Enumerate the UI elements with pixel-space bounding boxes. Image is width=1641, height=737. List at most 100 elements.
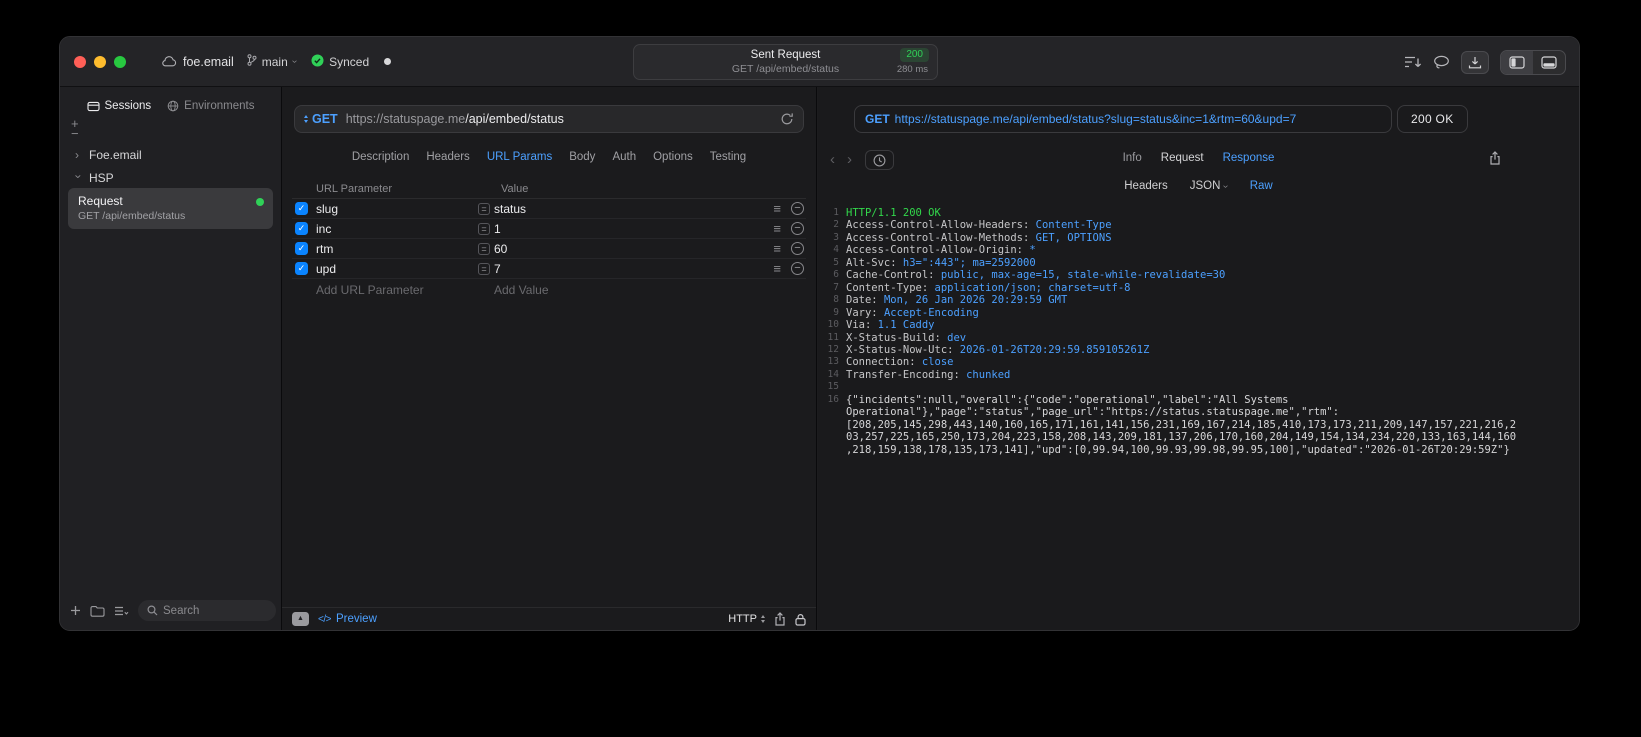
project-menu[interactable]: foe.email	[162, 55, 234, 69]
response-tab-info[interactable]: Info	[1123, 152, 1142, 164]
param-enabled-checkbox[interactable]: ✓	[295, 202, 308, 215]
preview-button[interactable]: </> Preview	[318, 613, 377, 625]
new-folder-icon[interactable]	[90, 605, 105, 617]
add-param-row[interactable]: Add URL Parameter Add Value	[292, 281, 806, 301]
drag-handle-icon[interactable]: ≡	[773, 242, 781, 255]
request-tab-body[interactable]: Body	[569, 151, 595, 163]
line-content	[846, 381, 1517, 393]
line-number: 12	[827, 343, 839, 355]
toggle-sidebar-icon[interactable]	[1501, 50, 1533, 74]
response-request-url[interactable]: GET https://statuspage.me/api/embed/stat…	[854, 105, 1392, 133]
sidebar-tab-environments[interactable]: Environments	[167, 100, 254, 112]
response-code: 1 HTTP/1.1 200 OK 2 Access-Control-Allow-He…	[823, 207, 1517, 456]
request-tab-testing[interactable]: Testing	[710, 151, 746, 163]
sidebar-footer: Search	[70, 600, 276, 621]
request-duration: 280 ms	[896, 64, 928, 75]
param-value-field[interactable]: status	[494, 202, 773, 216]
subtab-label: Raw	[1249, 180, 1273, 192]
code-line: 14 Transfer-Encoding: chunked	[823, 369, 1517, 381]
code-line: 10 Via: 1.1 Caddy	[823, 319, 1517, 331]
request-tab-options[interactable]: Options	[653, 151, 693, 163]
method-label: GET	[312, 112, 338, 126]
list-view-icon[interactable]	[114, 606, 129, 616]
line-number: 13	[827, 356, 839, 368]
remove-param-icon[interactable]: −	[791, 202, 804, 215]
response-tab-response[interactable]: Response	[1223, 152, 1275, 164]
resend-request-icon[interactable]	[780, 112, 794, 126]
import-tray-icon[interactable]	[1461, 50, 1489, 74]
param-table-header: URL Parameter Value	[292, 182, 806, 199]
add-request-icon[interactable]	[70, 605, 81, 616]
layout-toggle-group	[1500, 49, 1566, 75]
request-tab-url-params[interactable]: URL Params	[487, 151, 552, 163]
tree-item-foe-email[interactable]: › Foe.email	[70, 143, 271, 166]
drag-handle-icon[interactable]: ≡	[773, 262, 781, 275]
export-response-icon[interactable]	[1489, 151, 1501, 165]
sort-filter-icon[interactable]	[1404, 55, 1422, 69]
close-window-button[interactable]	[74, 55, 86, 68]
response-subtab-raw[interactable]: Raw	[1250, 180, 1273, 192]
protocol-selector[interactable]: HTTP	[728, 613, 765, 625]
desktop-background: foe.email main › Synced Sent Request 200…	[0, 0, 1641, 737]
sent-request-summary[interactable]: Sent Request 200 GET /api/embed/status 2…	[633, 44, 938, 80]
line-number: 6	[833, 269, 839, 281]
param-value-field[interactable]: 1	[494, 222, 773, 236]
lock-icon[interactable]	[795, 613, 806, 626]
param-name-field[interactable]: inc	[316, 222, 478, 236]
sidebar-tab-sessions[interactable]: Sessions	[86, 100, 151, 112]
add-value-placeholder[interactable]: Add Value	[494, 283, 549, 297]
line-content: Access-Control-Allow-Origin: *	[846, 244, 1036, 257]
param-enabled-checkbox[interactable]: ✓	[295, 242, 308, 255]
request-list-item[interactable]: Request GET /api/embed/status	[68, 188, 273, 229]
code-line: 8 Date: Mon, 26 Jan 2026 20:29:59 GMT	[823, 294, 1517, 306]
param-name-field[interactable]: rtm	[316, 242, 478, 256]
param-value-field[interactable]: 7	[494, 262, 773, 276]
drag-handle-icon[interactable]: ≡	[773, 222, 781, 235]
sidebar-remove-button[interactable]: −	[71, 127, 79, 140]
remove-param-icon[interactable]: −	[791, 262, 804, 275]
line-number: 5	[833, 256, 839, 268]
url-path: /api/embed/status	[465, 112, 564, 126]
git-branch-icon	[247, 54, 257, 69]
tree-item-hsp[interactable]: › HSP	[70, 166, 271, 189]
response-panel: GET https://statuspage.me/api/embed/stat…	[818, 87, 1579, 630]
request-item-subtitle: GET /api/embed/status	[78, 210, 186, 222]
share-icon[interactable]	[774, 612, 786, 626]
param-enabled-checkbox[interactable]: ✓	[295, 262, 308, 275]
zoom-window-button[interactable]	[114, 55, 126, 68]
response-subtab-json[interactable]: JSON ›	[1190, 180, 1232, 192]
response-tab-request[interactable]: Request	[1161, 152, 1204, 164]
protocol-label: HTTP	[728, 613, 757, 625]
remove-param-icon[interactable]: −	[791, 242, 804, 255]
request-tab-description[interactable]: Description	[352, 151, 410, 163]
lasso-icon[interactable]	[1433, 55, 1450, 70]
request-tab-auth[interactable]: Auth	[612, 151, 636, 163]
remove-param-icon[interactable]: −	[791, 222, 804, 235]
param-enabled-checkbox[interactable]: ✓	[295, 222, 308, 235]
code-line: 3 Access-Control-Allow-Methods: GET, OPTI…	[823, 232, 1517, 244]
response-subtabs: Headers JSON › Raw	[818, 180, 1579, 192]
request-url-text[interactable]: https://statuspage.me/api/embed/status	[346, 112, 564, 126]
param-name-field[interactable]: slug	[316, 202, 478, 216]
param-name-field[interactable]: upd	[316, 262, 478, 276]
line-content: Date: Mon, 26 Jan 2026 20:29:59 GMT	[846, 294, 1068, 307]
minimize-window-button[interactable]	[94, 55, 106, 68]
request-url-bar[interactable]: GET https://statuspage.me/api/embed/stat…	[294, 105, 804, 133]
expand-editor-icon[interactable]: ▲	[292, 612, 309, 626]
request-tab-headers[interactable]: Headers	[426, 151, 469, 163]
add-url-parameter-placeholder[interactable]: Add URL Parameter	[316, 283, 424, 297]
line-number: 2	[833, 219, 839, 231]
chevron-right-icon[interactable]: ›	[75, 148, 82, 162]
sync-status[interactable]: Synced	[311, 54, 369, 70]
search-input[interactable]: Search	[138, 600, 276, 621]
chevron-down-icon[interactable]: ›	[72, 174, 86, 181]
branch-selector[interactable]: main ›	[247, 54, 300, 69]
param-rows: ✓ slug = status ≡ − ✓ inc = 1 ≡ − ✓ rtm = 60 ≡ − ✓ upd = 7 ≡ −	[292, 199, 806, 279]
equals-icon: =	[478, 262, 490, 275]
toggle-bottom-panel-icon[interactable]	[1533, 51, 1565, 74]
param-value-field[interactable]: 60	[494, 242, 773, 256]
method-selector[interactable]: GET	[304, 112, 338, 126]
drag-handle-icon[interactable]: ≡	[773, 202, 781, 215]
response-subtab-headers[interactable]: Headers	[1124, 180, 1167, 192]
code-line: 16 {"incidents":null,"overall":{"code":"o…	[823, 394, 1517, 456]
